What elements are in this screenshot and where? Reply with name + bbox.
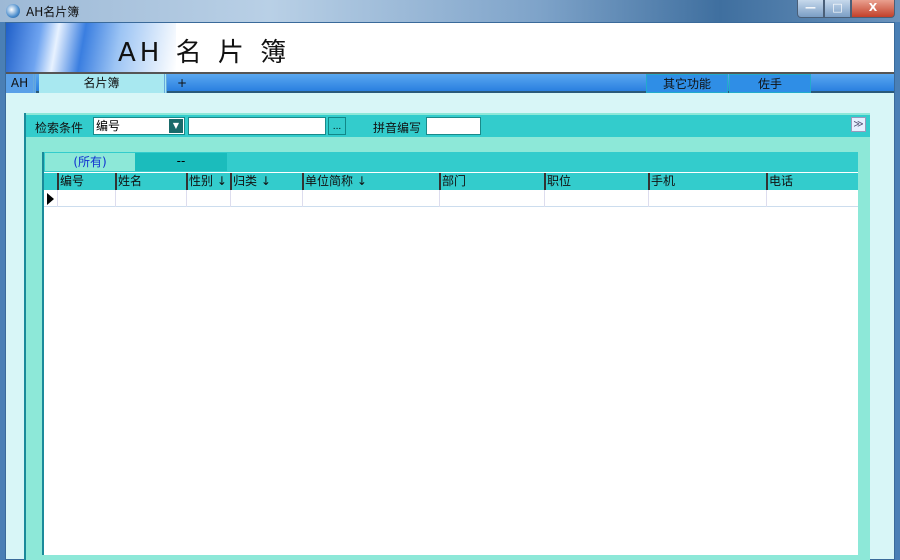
maximize-button[interactable]: □ (824, 0, 851, 18)
close-button[interactable]: X (851, 0, 895, 18)
card-grid: (所有) -- 编号 姓名 性别 ↓ 归类 ↓ 单位简称 ↓ 部门 职位 手机 … (42, 152, 858, 555)
search-condition-select[interactable]: 编号 ▼ (93, 117, 185, 135)
column-header-phone[interactable]: 电话 (766, 173, 858, 190)
tab-bar: AH 名片簿 + 其它功能 佐手 (6, 72, 894, 93)
search-bar: 检索条件 编号 ▼ ... 拼音编写 ≫ (26, 115, 870, 137)
column-header-mobile[interactable]: 手机 (648, 173, 766, 190)
column-header-department[interactable]: 部门 (439, 173, 544, 190)
add-tab-button[interactable]: + (172, 74, 192, 93)
grid-tab-all[interactable]: (所有) (45, 153, 135, 171)
column-header-name[interactable]: 姓名 (115, 173, 186, 190)
column-header-category[interactable]: 归类 ↓ (230, 173, 302, 190)
table-cell[interactable] (439, 190, 544, 207)
tab-card-book[interactable]: 名片簿 (39, 74, 167, 93)
table-cell[interactable] (648, 190, 766, 207)
title-bar: AH名片簿 — □ X (0, 0, 900, 22)
table-cell[interactable] (766, 190, 858, 207)
column-header-position[interactable]: 职位 (544, 173, 648, 190)
table-cell[interactable] (544, 190, 648, 207)
table-row[interactable] (44, 190, 858, 207)
banner: AH 名 片 簿 (6, 23, 894, 72)
pinyin-label: 拼音编写 (373, 121, 422, 135)
table-cell[interactable] (57, 190, 115, 207)
pinyin-input[interactable] (426, 117, 481, 135)
tab-ah[interactable]: AH (6, 74, 36, 93)
table-cell[interactable] (115, 190, 186, 207)
search-condition-label: 检索条件 (35, 121, 84, 135)
banner-title: AH 名 片 簿 (118, 38, 291, 68)
chevron-down-icon[interactable]: ▼ (169, 119, 183, 133)
table-cell[interactable] (302, 190, 439, 207)
table-cell[interactable] (186, 190, 230, 207)
search-input[interactable] (188, 117, 326, 135)
browse-button[interactable]: ... (328, 117, 346, 135)
table-cell[interactable] (230, 190, 302, 207)
collapse-icon[interactable]: ≫ (851, 117, 866, 132)
grid-tabs: (所有) -- (44, 152, 858, 172)
column-header-gender[interactable]: 性别 ↓ (186, 173, 230, 190)
other-functions-button[interactable]: 其它功能 (646, 74, 728, 93)
minimize-button[interactable]: — (797, 0, 824, 18)
assistant-button[interactable]: 佐手 (729, 74, 811, 93)
column-header-id[interactable]: 编号 (57, 173, 115, 190)
app-icon (6, 4, 20, 18)
grid-header: 编号 姓名 性别 ↓ 归类 ↓ 单位简称 ↓ 部门 职位 手机 电话 (44, 173, 858, 190)
row-indicator-icon (47, 193, 54, 205)
grid-tab-dash[interactable]: -- (135, 153, 227, 171)
search-condition-value: 编号 (96, 119, 121, 133)
column-header-company[interactable]: 单位简称 ↓ (302, 173, 439, 190)
window-title: AH名片簿 (26, 5, 80, 19)
